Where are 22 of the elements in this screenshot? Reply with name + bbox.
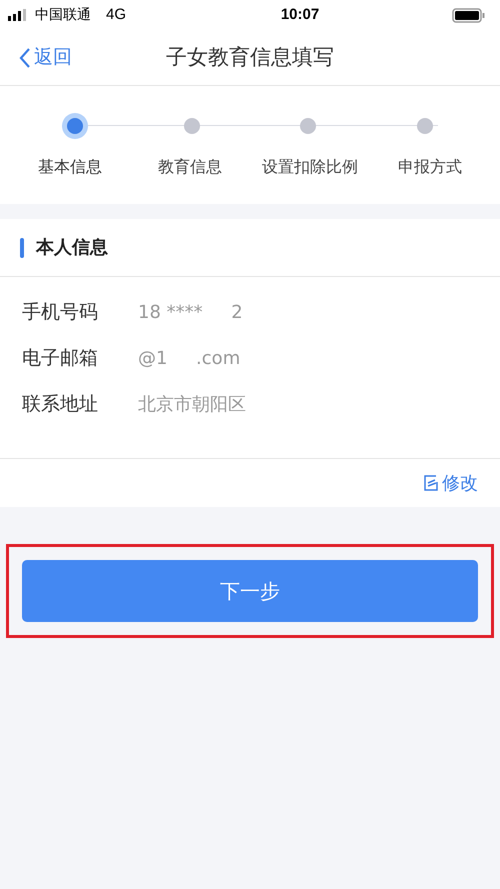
- next-button[interactable]: 下一步: [22, 560, 478, 622]
- clock-time: 10:07: [280, 4, 320, 25]
- field-value: @1 .com: [138, 346, 240, 370]
- page-title: 子女教育信息填写: [166, 44, 334, 71]
- network-type: 4G: [106, 4, 126, 25]
- edit-link[interactable]: 修改: [423, 470, 478, 496]
- back-button[interactable]: 返回: [0, 43, 72, 72]
- section-marker: [20, 238, 24, 258]
- field-value: 18 **** 2: [138, 300, 243, 324]
- edit-icon: [423, 474, 439, 492]
- step-label: 申报方式: [397, 156, 463, 178]
- field-label: 联系地址: [22, 392, 99, 417]
- field-label: 电子邮箱: [22, 346, 99, 371]
- field-value: 北京市朝阳区: [138, 392, 246, 416]
- chevron-left-icon: [18, 46, 32, 68]
- step-label: 教育信息: [157, 156, 223, 178]
- step-label: 设置扣除比例: [261, 156, 359, 178]
- field-label: 手机号码: [22, 300, 99, 325]
- battery-icon: [452, 8, 486, 22]
- section-title: 本人信息: [36, 236, 108, 260]
- carrier-name: 中国联通: [35, 6, 91, 24]
- step-label: 基本信息: [37, 156, 103, 178]
